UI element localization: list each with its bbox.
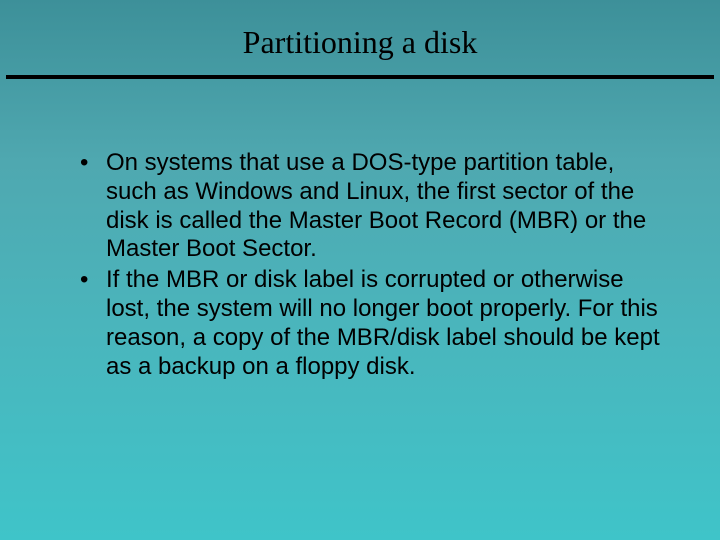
- slide-title: Partitioning a disk: [0, 0, 720, 75]
- bullet-list: On systems that use a DOS-type partition…: [80, 149, 660, 381]
- slide-content: On systems that use a DOS-type partition…: [0, 79, 720, 381]
- list-item: If the MBR or disk label is corrupted or…: [80, 266, 660, 381]
- slide: Partitioning a disk On systems that use …: [0, 0, 720, 540]
- list-item: On systems that use a DOS-type partition…: [80, 149, 660, 264]
